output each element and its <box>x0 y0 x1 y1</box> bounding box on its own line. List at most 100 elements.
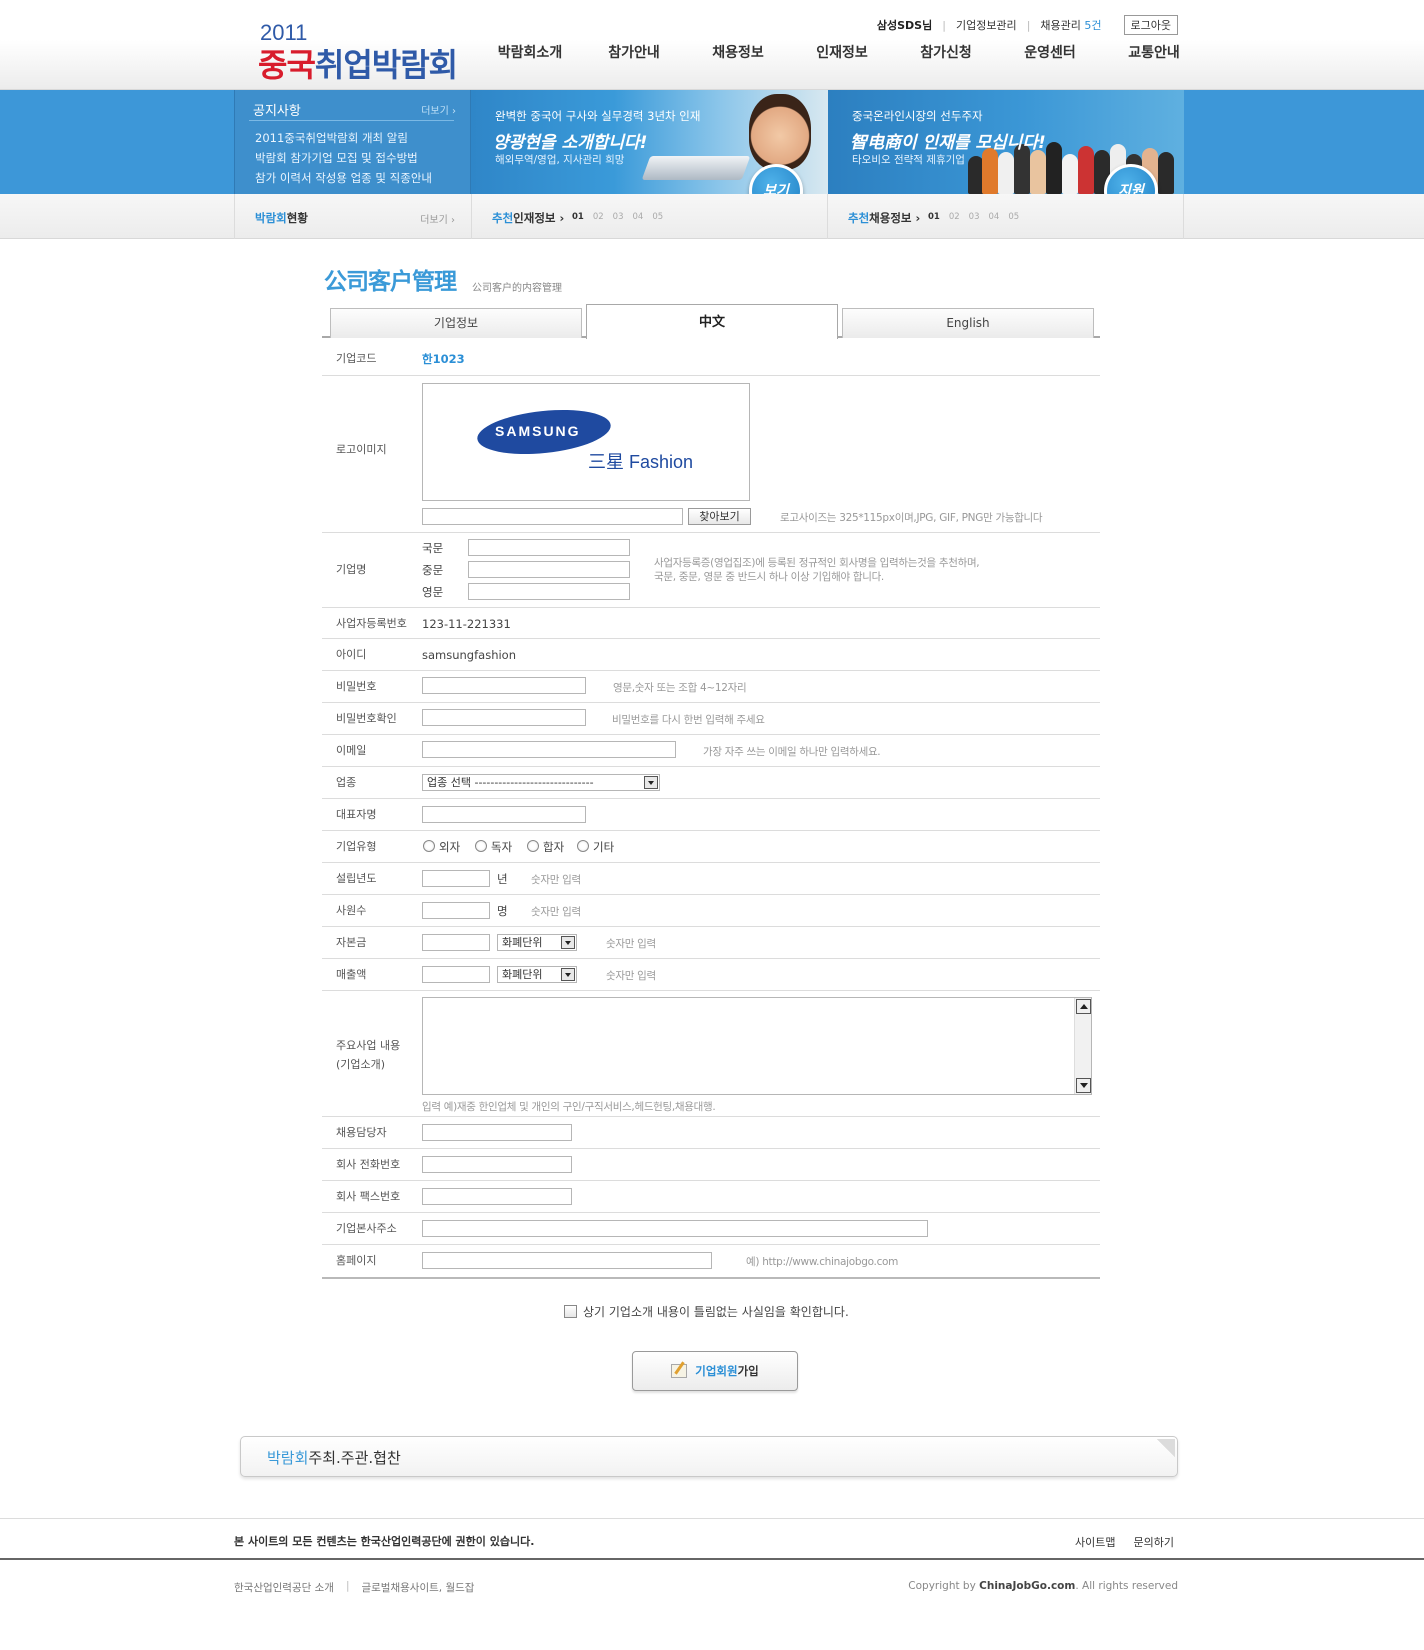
radio-label: 합자 <box>543 840 565 854</box>
radio-joint[interactable] <box>527 840 539 852</box>
representative-input[interactable] <box>422 806 586 823</box>
page-number[interactable]: 05 <box>652 212 663 222</box>
label: 기업유형 <box>336 840 377 853</box>
nav-transport[interactable]: 교통안내 <box>1102 42 1206 62</box>
capital-currency-select[interactable]: 화폐단위 <box>497 934 577 951</box>
agree-text: 상기 기업소개 내용이 틀림없는 사실임을 확인합니다. <box>583 1305 849 1319</box>
korean-name-input[interactable] <box>468 539 630 556</box>
recommended-talent-cell: 추천인재정보 › 01 02 03 04 05 <box>472 194 828 239</box>
homepage-input[interactable] <box>422 1252 712 1269</box>
founding-year-input[interactable] <box>422 870 490 887</box>
notice-more-link[interactable]: 더보기 › <box>421 102 456 117</box>
recruit-count: 5건 <box>1084 19 1102 32</box>
scroll-down-icon[interactable] <box>1076 1078 1091 1093</box>
page-number[interactable]: 03 <box>613 212 624 222</box>
label: 아이디 <box>336 648 367 661</box>
label: 회사 팩스번호 <box>336 1190 401 1203</box>
company-name-hint: 사업자등록증(영업집조)에 등록된 정규적인 회사명을 입력하는것을 추천하며, <box>654 557 980 569</box>
company-info-link[interactable]: 기업정보관리 <box>956 17 1017 33</box>
sales-currency-select[interactable]: 화폐단위 <box>497 966 577 983</box>
label: 업종 <box>336 776 357 789</box>
expand-icon[interactable] <box>1157 1439 1175 1457</box>
row-company-code: 기업코드 한1023 <box>322 340 1100 376</box>
page-number[interactable]: 02 <box>949 212 960 222</box>
sponsor-box[interactable]: 박람회주최.주관.협찬 <box>240 1436 1178 1477</box>
radio-other[interactable] <box>577 840 589 852</box>
password-input[interactable] <box>422 677 586 694</box>
nav-talent-info[interactable]: 인재정보 <box>790 42 894 62</box>
page-number[interactable]: 02 <box>593 212 604 222</box>
row-capital: 자본금 화폐단위 숫자만 입력 <box>322 927 1100 959</box>
radio-foreign[interactable] <box>423 840 435 852</box>
logo-text: 중국취업박람회 <box>258 46 458 84</box>
scroll-up-icon[interactable] <box>1076 999 1091 1014</box>
recruit-banner[interactable]: 중국온라인시장의 선두주자 智电商이 인재를 모십니다! 타오비오 전략적 제휴… <box>828 90 1184 194</box>
nav-apply[interactable]: 참가신청 <box>894 42 998 62</box>
chevron-down-icon[interactable] <box>561 968 575 981</box>
tab-company-info[interactable]: 기업정보 <box>330 308 582 338</box>
chevron-down-icon[interactable] <box>644 776 658 789</box>
tab-english[interactable]: English <box>842 308 1094 338</box>
row-company-type: 기업유형 외자 독자 합자 기타 <box>322 831 1100 863</box>
expo-status-more-link[interactable]: 더보기 › <box>420 211 455 226</box>
recommended-talent-title[interactable]: 추천인재정보 › <box>492 210 564 226</box>
page-number[interactable]: 04 <box>633 212 644 222</box>
sales-input[interactable] <box>422 966 490 983</box>
notice-item[interactable]: 참가 이력서 작성용 업종 및 직종안내 <box>255 168 432 188</box>
notice-item[interactable]: 박람회 참가기업 모집 및 접수방법 <box>255 148 432 168</box>
hrdk-intro-link[interactable]: 한국산업인력공단 소개 <box>234 1580 334 1595</box>
page-number[interactable]: 04 <box>989 212 1000 222</box>
fax-input[interactable] <box>422 1188 572 1205</box>
label: 이메일 <box>336 744 367 757</box>
page-number[interactable]: 03 <box>969 212 980 222</box>
find-file-button[interactable]: 찾아보기 <box>688 508 751 525</box>
year-unit: 년 <box>497 872 508 886</box>
address-input[interactable] <box>422 1220 928 1237</box>
recommended-jobs-title[interactable]: 추천채용정보 › <box>848 210 920 226</box>
footer-divider <box>0 1518 1424 1519</box>
korean-name-label: 국문 <box>422 541 444 555</box>
page-number[interactable]: 01 <box>572 212 584 222</box>
agree-confirm[interactable]: 상기 기업소개 내용이 틀림없는 사실임을 확인합니다. <box>564 1303 849 1320</box>
row-phone: 회사 전화번호 <box>322 1149 1100 1181</box>
site-logo[interactable]: 2011 중국취업박람회 <box>258 20 458 84</box>
chinese-name-input[interactable] <box>468 561 630 578</box>
row-main-business: 주요사업 내용 (기업소개) 입력 예)재중 한인업체 및 개인의 구인/구직서… <box>322 991 1100 1117</box>
notice-item[interactable]: 2011중국취업박람회 개최 알림 <box>255 128 432 148</box>
row-founding-year: 설립년도 년 숫자만 입력 <box>322 863 1100 895</box>
nav-operation-center[interactable]: 운영센터 <box>998 42 1102 62</box>
nav-job-info[interactable]: 채용정보 <box>686 42 790 62</box>
sitemap-link[interactable]: 사이트맵 <box>1075 1534 1115 1550</box>
contact-link[interactable]: 문의하기 <box>1134 1534 1174 1550</box>
view-badge-button[interactable]: 보기 <box>749 164 803 194</box>
talent-banner[interactable]: 완벽한 중국어 구사와 실무경력 3년차 인재 양광현을 소개합니다! 해외무역… <box>471 90 828 194</box>
capital-input[interactable] <box>422 934 490 951</box>
company-join-button[interactable]: 기업회원가입 <box>632 1351 798 1391</box>
page-number[interactable]: 05 <box>1008 212 1019 222</box>
logo-file-path-input[interactable] <box>422 508 683 525</box>
tab-chinese[interactable]: 中文 <box>586 304 838 339</box>
hr-manager-input[interactable] <box>422 1124 572 1141</box>
agree-checkbox[interactable] <box>564 1305 577 1318</box>
chevron-down-icon[interactable] <box>561 936 575 949</box>
industry-select[interactable]: 업종 선택 ------------------------------ <box>422 774 660 791</box>
radio-sole[interactable] <box>475 840 487 852</box>
row-representative: 대표자명 <box>322 799 1100 831</box>
footer-copyright-notice: 본 사이트의 모든 컨텐츠는 한국산업인력공단에 권한이 있습니다. <box>234 1535 535 1548</box>
scrollbar[interactable] <box>1074 998 1091 1094</box>
phone-input[interactable] <box>422 1156 572 1173</box>
email-input[interactable] <box>422 741 676 758</box>
nav-participation-guide[interactable]: 참가안내 <box>582 42 686 62</box>
password-confirm-input[interactable] <box>422 709 586 726</box>
english-name-input[interactable] <box>468 583 630 600</box>
banner-headline: 智电商이 인재를 모십니다! <box>850 133 1046 153</box>
logout-button[interactable]: 로그아웃 <box>1123 15 1178 35</box>
nav-expo-intro[interactable]: 박람회소개 <box>478 42 582 62</box>
worldjob-link[interactable]: 글로벌채용사이트, 월드잡 <box>361 1580 474 1595</box>
staff-count-input[interactable] <box>422 902 490 919</box>
row-user-id: 아이디 samsungfashion <box>322 639 1100 671</box>
business-description-textarea[interactable] <box>422 997 1092 1095</box>
row-staff-count: 사원수 명 숫자만 입력 <box>322 895 1100 927</box>
recruit-manage-link[interactable]: 채용관리 5건 <box>1040 17 1101 33</box>
page-number[interactable]: 01 <box>928 212 940 222</box>
